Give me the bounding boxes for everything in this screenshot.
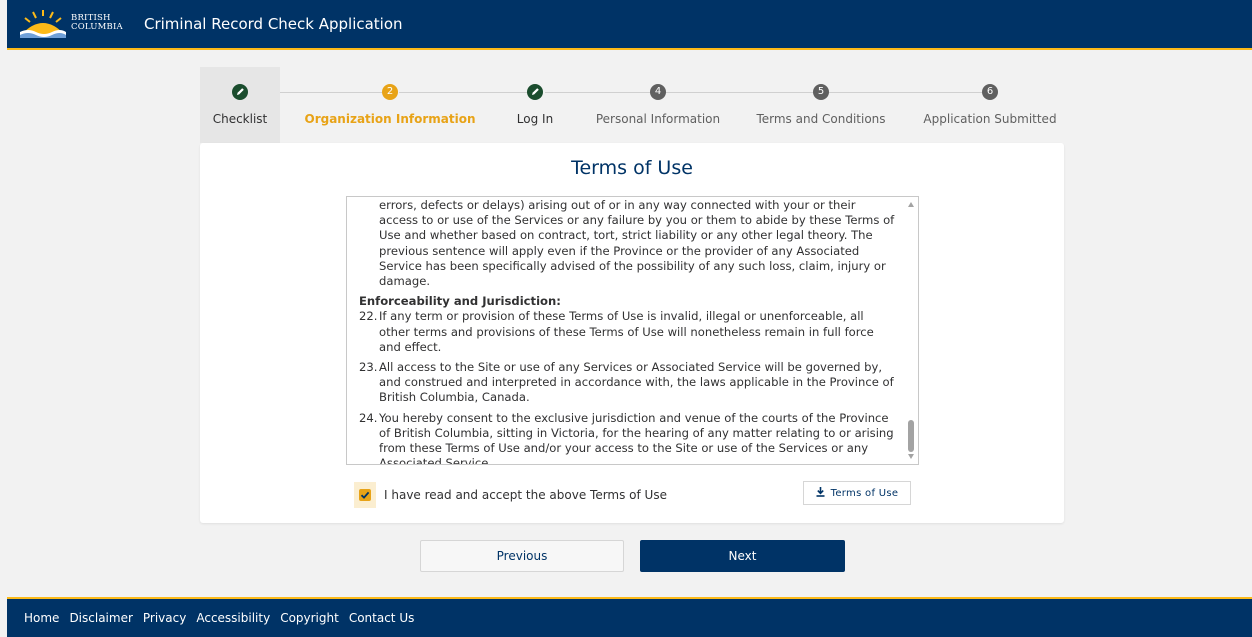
step-application-submitted[interactable]: 6 Application Submitted bbox=[920, 67, 1060, 143]
step-number-badge: 2 bbox=[382, 84, 398, 100]
previous-button[interactable]: Previous bbox=[420, 540, 624, 572]
step-terms-and-conditions[interactable]: 5 Terms and Conditions bbox=[753, 67, 889, 143]
page-title: Terms of Use bbox=[571, 157, 693, 179]
download-terms-button[interactable]: Terms of Use bbox=[803, 481, 911, 505]
terms-card: Terms of Use errors, defects or delays) … bbox=[200, 143, 1064, 523]
step-checklist[interactable]: Checklist bbox=[200, 67, 280, 143]
accept-terms-checkbox[interactable] bbox=[354, 482, 376, 508]
footer-link-contact-us[interactable]: Contact Us bbox=[349, 611, 415, 625]
step-log-in[interactable]: Log In bbox=[505, 67, 565, 143]
terms-item-number: 24. bbox=[359, 410, 378, 425]
accept-terms-label[interactable]: I have read and accept the above Terms o… bbox=[384, 488, 667, 502]
footer-link-accessibility[interactable]: Accessibility bbox=[196, 611, 270, 625]
app-header: BRITISH COLUMBIA Criminal Record Check A… bbox=[7, 0, 1252, 50]
step-organization-information[interactable]: 2 Organization Information bbox=[300, 67, 480, 143]
terms-paragraph: errors, defects or delays) arising out o… bbox=[379, 198, 895, 289]
terms-item-number: 23. bbox=[359, 360, 378, 375]
terms-item: 23. All access to the Site or use of any… bbox=[359, 360, 897, 406]
terms-item-text: All access to the Site or use of any Ser… bbox=[379, 360, 894, 405]
step-label: Personal Information bbox=[595, 112, 721, 126]
step-label: Checklist bbox=[212, 112, 268, 126]
footer-link-privacy[interactable]: Privacy bbox=[143, 611, 186, 625]
step-number-badge: 6 bbox=[982, 84, 998, 100]
sun-logo-icon bbox=[20, 10, 66, 38]
step-label: Log In bbox=[516, 112, 554, 126]
scroll-thumb[interactable] bbox=[908, 420, 914, 452]
logo-line-2: COLUMBIA bbox=[71, 22, 123, 32]
terms-item-text: You hereby consent to the exclusive juri… bbox=[379, 410, 894, 465]
terms-item: 22. If any term or provision of these Te… bbox=[359, 309, 897, 355]
progress-stepper: Checklist 2 Organization Information Log… bbox=[200, 67, 1064, 143]
footer-link-home[interactable]: Home bbox=[24, 611, 59, 625]
download-icon bbox=[816, 486, 825, 500]
bc-gov-logo[interactable]: BRITISH COLUMBIA bbox=[7, 0, 125, 49]
step-label: Organization Information bbox=[304, 112, 476, 126]
scroll-up-arrow-icon[interactable] bbox=[908, 202, 914, 207]
app-title: Criminal Record Check Application bbox=[144, 15, 403, 33]
footer-link-copyright[interactable]: Copyright bbox=[280, 611, 339, 625]
check-icon bbox=[527, 84, 543, 100]
step-personal-information[interactable]: 4 Personal Information bbox=[593, 67, 723, 143]
accept-terms-row: I have read and accept the above Terms o… bbox=[354, 482, 667, 508]
terms-item-number: 22. bbox=[359, 309, 378, 324]
next-button[interactable]: Next bbox=[640, 540, 845, 572]
terms-scroll-box[interactable]: errors, defects or delays) arising out o… bbox=[346, 196, 919, 465]
footer-link-disclaimer[interactable]: Disclaimer bbox=[69, 611, 132, 625]
step-label: Application Submitted bbox=[923, 112, 1057, 126]
scroll-down-arrow-icon[interactable] bbox=[908, 454, 914, 459]
logo-text: BRITISH COLUMBIA bbox=[71, 14, 123, 32]
step-number-badge: 5 bbox=[813, 84, 829, 100]
terms-content: errors, defects or delays) arising out o… bbox=[359, 198, 897, 465]
app-footer: Home Disclaimer Privacy Accessibility Co… bbox=[7, 597, 1252, 637]
step-number-badge: 4 bbox=[650, 84, 666, 100]
terms-section-heading: Enforceability and Jurisdiction: bbox=[359, 294, 561, 309]
checkmark-icon bbox=[359, 489, 371, 501]
check-icon bbox=[232, 84, 248, 100]
terms-scrollbar[interactable] bbox=[904, 197, 918, 464]
step-label: Terms and Conditions bbox=[756, 112, 886, 126]
terms-item: 24. You hereby consent to the exclusive … bbox=[359, 410, 897, 465]
download-terms-label: Terms of Use bbox=[830, 487, 899, 499]
terms-item-text: If any term or provision of these Terms … bbox=[379, 309, 874, 354]
